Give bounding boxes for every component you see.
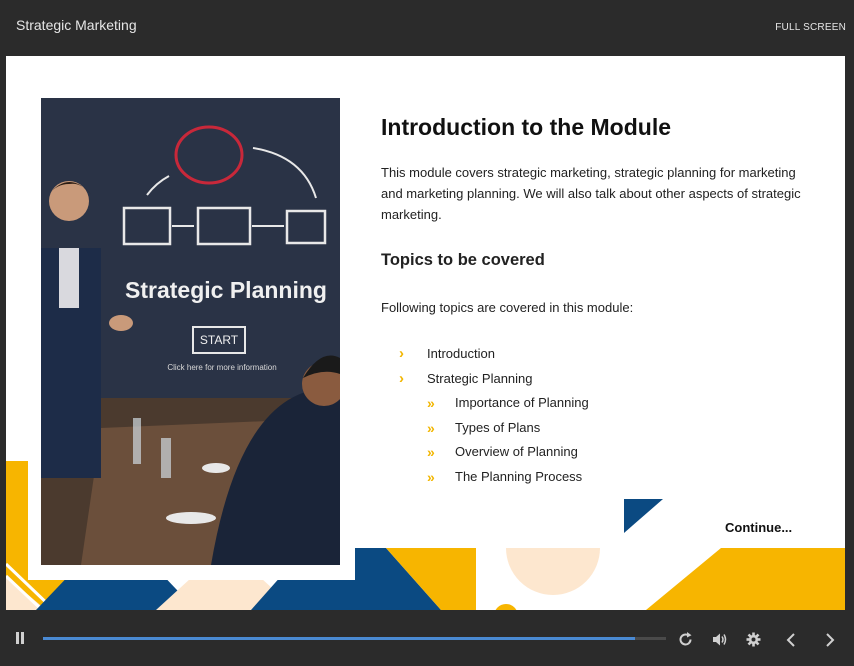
gear-icon[interactable] (746, 632, 761, 647)
board-hint: Click here for more information (167, 363, 276, 372)
list-item: › Strategic Planning (381, 367, 589, 392)
progress-bar[interactable] (43, 637, 666, 640)
topics-list: › Introduction › Strategic Planning » Impor… (381, 342, 589, 489)
list-item: › Introduction (381, 342, 589, 367)
topic-label: Importance of Planning (455, 395, 589, 410)
chevron-right-icon: › (399, 369, 404, 387)
top-bar: Strategic Marketing FULL SCREEN (0, 0, 854, 56)
topic-label: Types of Plans (455, 419, 541, 435)
pause-icon[interactable] (14, 632, 26, 646)
fullscreen-button[interactable]: FULL SCREEN (775, 22, 846, 33)
list-item: » Importance of Planning (381, 391, 589, 416)
volume-icon[interactable] (712, 632, 728, 647)
slide-heading: Introduction to the Module (381, 114, 672, 140)
double-chevron-right-icon: » (427, 395, 435, 411)
slide-stage: Strategic Planning START Click here for … (6, 56, 845, 610)
topic-label: Introduction (427, 346, 495, 361)
chevron-left-icon[interactable] (785, 633, 797, 647)
board-title: Strategic Planning (125, 277, 327, 303)
double-chevron-right-icon: » (427, 444, 435, 460)
topics-lead: Following topics are covered in this mod… (381, 300, 634, 315)
chevron-right-icon: › (399, 345, 404, 362)
progress-fill (43, 637, 635, 640)
replay-icon[interactable] (678, 632, 693, 647)
list-item: » Types of Plans (381, 416, 589, 441)
list-item: » Overview of Planning (381, 440, 589, 465)
topic-label: Strategic Planning (427, 370, 533, 386)
intro-paragraph: This module covers strategic marketing, … (381, 165, 801, 222)
board-start-label: START (200, 333, 239, 347)
continue-button[interactable]: Continue... (725, 520, 792, 535)
double-chevron-right-icon: » (427, 468, 435, 485)
list-item: » The Planning Process (381, 465, 589, 490)
topic-label: The Planning Process (455, 468, 583, 484)
topics-heading: Topics to be covered (381, 251, 545, 269)
course-title: Strategic Marketing (16, 17, 137, 33)
double-chevron-right-icon: » (427, 419, 435, 436)
topic-label: Overview of Planning (455, 444, 578, 459)
strategic-planning-photo: Strategic Planning START Click here for … (41, 98, 340, 565)
chevron-right-icon[interactable] (824, 633, 836, 647)
player-controls (0, 610, 854, 666)
